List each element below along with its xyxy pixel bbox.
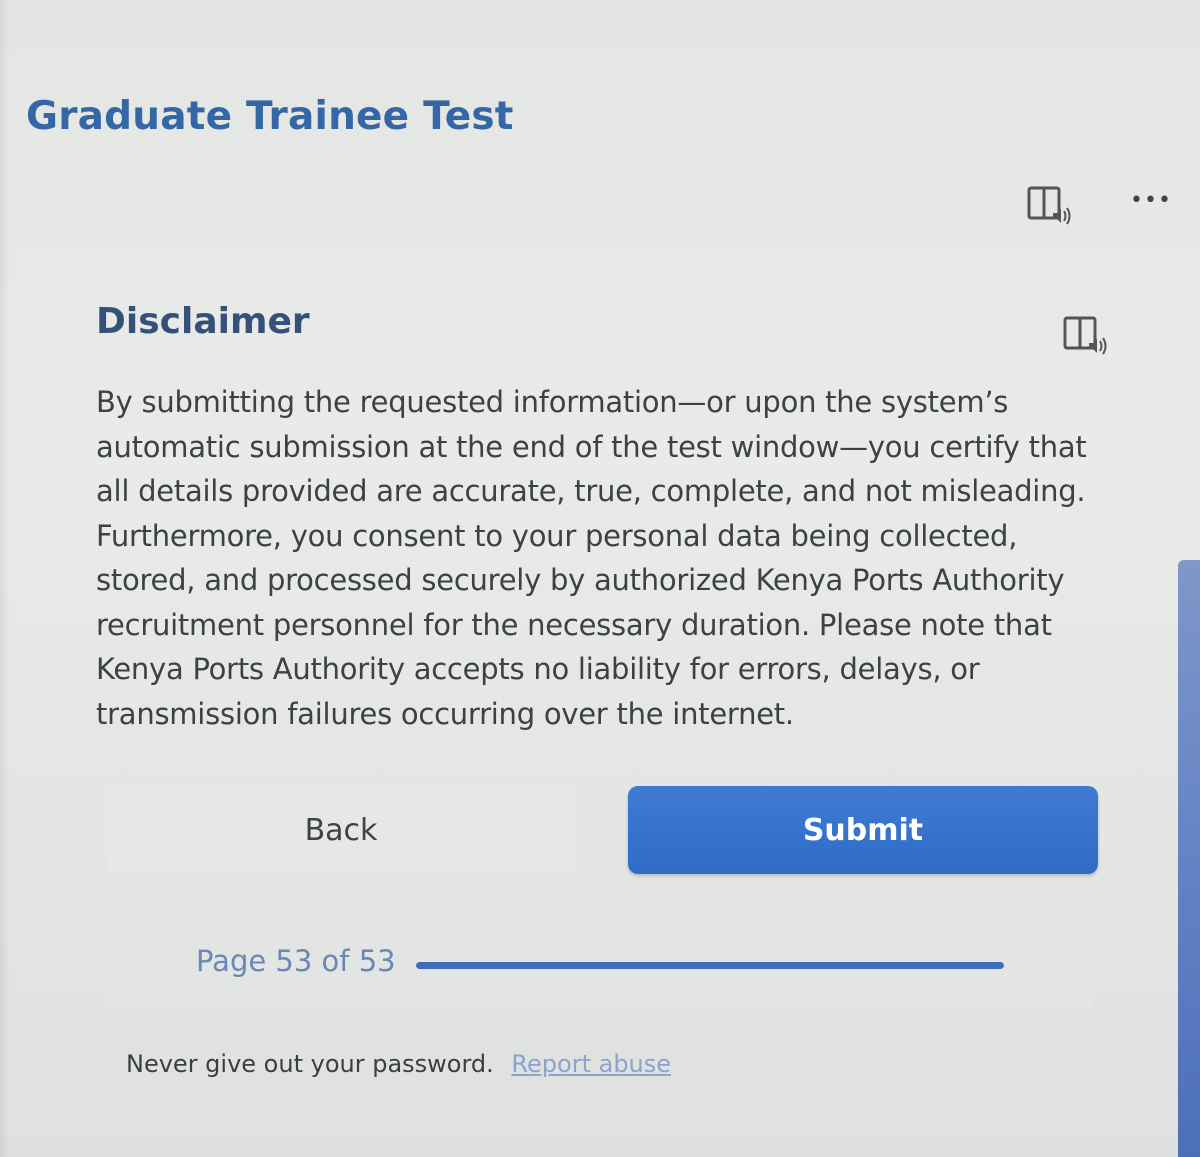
page-indicator: Page 53 of 53 — [196, 944, 396, 978]
footer: Never give out your password. Report abu… — [126, 1050, 671, 1078]
report-abuse-link[interactable]: Report abuse — [511, 1050, 671, 1078]
screen-edge — [1178, 560, 1200, 1157]
immersive-reader-icon[interactable] — [1062, 314, 1110, 358]
form-title: Graduate Trainee Test — [26, 94, 514, 139]
section-title: Disclaimer — [96, 301, 310, 342]
password-warning: Never give out your password. — [126, 1050, 494, 1078]
submit-button[interactable]: Submit — [628, 786, 1098, 874]
progress-bar-fill — [416, 962, 1004, 969]
screen-edge-shadow — [0, 0, 10, 1157]
back-button[interactable]: Back — [106, 788, 576, 872]
disclaimer-text: By submitting the requested information—… — [96, 385, 1087, 731]
progress-bar — [416, 962, 1004, 969]
progress-panel: Page 53 of 53 — [106, 918, 1092, 1010]
more-options-button[interactable]: ••• — [1130, 190, 1172, 214]
immersive-reader-icon[interactable] — [1026, 184, 1074, 228]
header-toolbar: ••• — [1026, 184, 1176, 230]
